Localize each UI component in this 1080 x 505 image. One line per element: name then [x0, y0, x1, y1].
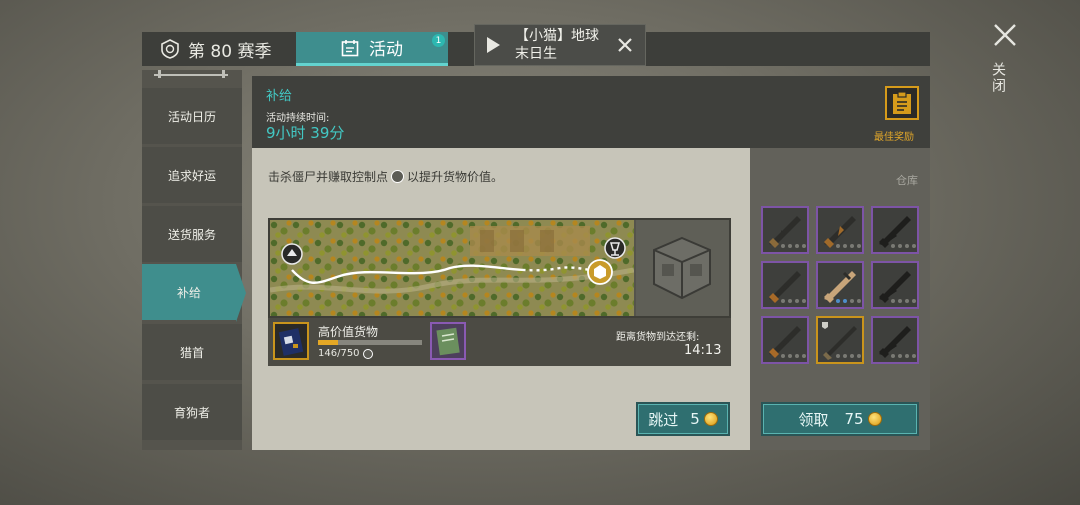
- best-reward-button[interactable]: [885, 86, 919, 120]
- cargo-box-icon[interactable]: [273, 322, 309, 360]
- rarity-dots: [781, 299, 806, 303]
- rarity-dots: [891, 354, 916, 358]
- sidebar-item-label: 活动日历: [167, 109, 216, 124]
- description-text: 击杀僵尸并赚取控制点: [268, 170, 389, 184]
- sidebar-item-label: 追求好运: [167, 168, 216, 183]
- scroll-handle-right[interactable]: [222, 70, 225, 78]
- skip-button[interactable]: 跳过 5: [636, 402, 730, 436]
- clipboard-icon: [893, 91, 911, 114]
- claim-label: 领取: [798, 410, 829, 429]
- claim-cost: 75: [844, 410, 882, 428]
- sidebar-item-headhunt[interactable]: 猎首: [142, 324, 242, 380]
- event-header: [252, 76, 930, 148]
- rarity-dots: [781, 244, 806, 248]
- event-title: 补给: [266, 89, 293, 104]
- gold-coin-icon: [703, 412, 718, 426]
- tab-activity[interactable]: 活动: [296, 32, 448, 66]
- skip-cost: 5: [690, 410, 718, 428]
- scroll-handle-left[interactable]: [158, 70, 161, 78]
- sidebar-item-label: 送货服务: [167, 227, 216, 242]
- rarity-dots: [836, 244, 861, 248]
- manual-item-icon[interactable]: [430, 322, 466, 360]
- cargo-progress-text: 146/750: [318, 348, 373, 359]
- crate-icon: [653, 236, 711, 300]
- cargo-card-icon: [278, 328, 304, 356]
- event-description: 击杀僵尸并赚取控制点 以提升货物价值。: [268, 168, 503, 185]
- weapon-slot[interactable]: [761, 316, 809, 364]
- book-icon: [436, 327, 460, 356]
- cargo-progress-fill: [318, 340, 339, 345]
- sidebar-item-delivery[interactable]: 送货服务: [142, 206, 242, 262]
- claim-button[interactable]: 领取 75: [761, 402, 919, 436]
- sidebar-item-luck[interactable]: 追求好运: [142, 147, 242, 203]
- sidebar-item-label: 补给: [176, 285, 201, 300]
- tab-season-label: 第 80 赛季: [188, 41, 272, 62]
- duration-value: 9小时 39分: [266, 124, 345, 142]
- tab-season[interactable]: 第 80 赛季: [142, 32, 294, 66]
- cargo-crate-preview: [636, 220, 729, 316]
- tab-activity-label: 活动: [369, 40, 403, 60]
- rarity-dots: [836, 299, 861, 303]
- rarity-dots: [891, 299, 916, 303]
- route-map: [270, 220, 634, 316]
- weapon-slot[interactable]: [761, 261, 809, 309]
- play-icon[interactable]: [485, 36, 501, 54]
- close-window-icon[interactable]: [992, 22, 1018, 48]
- weapon-slot[interactable]: [816, 261, 864, 309]
- weapon-slot[interactable]: [816, 316, 864, 364]
- rarity-dots: [891, 244, 916, 248]
- active-indicator: [236, 264, 246, 322]
- notification-badge: 1: [432, 34, 445, 47]
- gold-coin-icon: [867, 412, 882, 426]
- video-notification[interactable]: 【小猫】地球末日生: [474, 24, 646, 66]
- calendar-icon: [341, 39, 359, 56]
- weapon-slot[interactable]: [871, 261, 919, 309]
- skip-label: 跳过: [648, 410, 679, 429]
- close-icon[interactable]: [617, 37, 633, 53]
- eta-value: 14:13: [684, 343, 722, 358]
- cargo-progress-value: 146/750: [318, 348, 360, 359]
- eta-label: 距离货物到达还剩:: [616, 332, 700, 343]
- sidebar-scrollbar[interactable]: [154, 74, 228, 76]
- rarity-dots: [836, 354, 861, 358]
- weapon-slot[interactable]: [871, 316, 919, 364]
- sidebar-item-label: 猎首: [179, 345, 204, 360]
- sidebar-item-supply[interactable]: 补给: [142, 264, 236, 320]
- close-label[interactable]: 关闭: [990, 62, 1008, 94]
- sidebar-item-label: 育狗者: [173, 405, 210, 420]
- control-point-icon: [391, 170, 405, 183]
- cargo-name: 高价值货物: [318, 325, 379, 339]
- claim-cost-value: 75: [844, 410, 864, 428]
- weapon-slot[interactable]: [871, 206, 919, 254]
- notification-text: 【小猫】地球末日生: [515, 28, 599, 62]
- warehouse-label: 仓库: [896, 174, 918, 187]
- rarity-dots: [781, 354, 806, 358]
- weapon-slot[interactable]: [816, 206, 864, 254]
- description-text-2: 以提升货物价值。: [407, 170, 504, 184]
- sidebar-item-dog-breeder[interactable]: 育狗者: [142, 384, 242, 440]
- best-reward-label[interactable]: 最佳奖励: [874, 128, 914, 143]
- sidebar-item-calendar[interactable]: 活动日历: [142, 88, 242, 144]
- weapon-slot[interactable]: [761, 206, 809, 254]
- shield-icon: [161, 39, 179, 59]
- control-point-icon: [362, 348, 373, 359]
- skip-cost-value: 5: [690, 410, 700, 428]
